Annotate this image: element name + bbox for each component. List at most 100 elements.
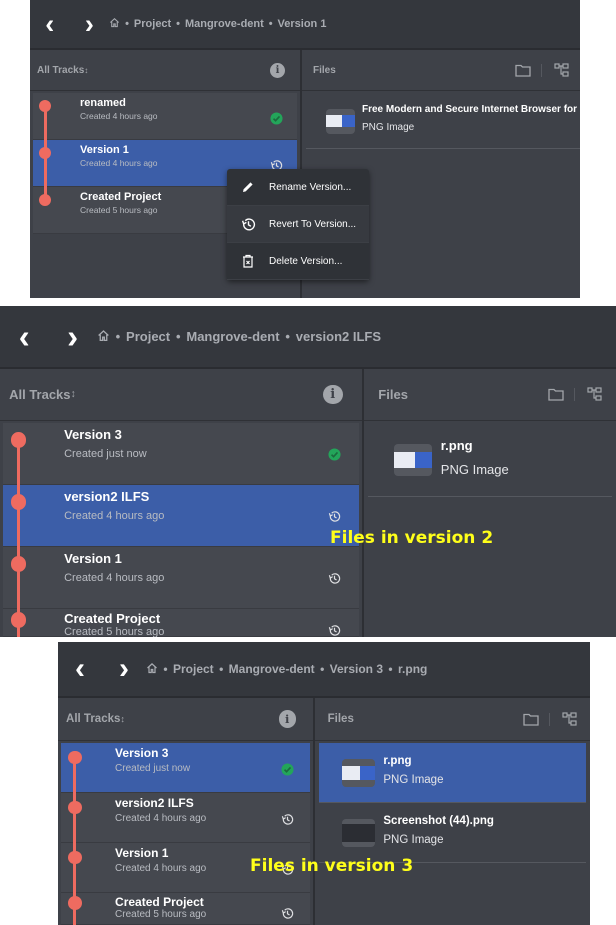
breadcrumb-separator: • (320, 662, 325, 676)
version-subtitle: Created 4 hours ago (115, 863, 207, 874)
version-title: renamed (80, 96, 126, 109)
version-subtitle: Created 5 hours ago (115, 909, 207, 921)
current-version-icon (328, 448, 341, 464)
file-thumbnail (394, 444, 432, 477)
version-title: Version 1 (64, 550, 122, 566)
version-subtitle: Created 5 hours ago (80, 204, 158, 215)
breadcrumb-item[interactable]: Mangrove-dent (229, 662, 315, 676)
annotation-label: Files in version 3 (250, 856, 414, 876)
breadcrumb-item[interactable]: Version 3 (330, 662, 383, 676)
breadcrumb-separator: • (115, 329, 121, 344)
tree-view-icon[interactable] (562, 711, 577, 727)
context-menu: Rename Version... Revert To Version... Del… (227, 169, 369, 280)
all-tracks-dropdown[interactable]: All Tracks (37, 65, 84, 76)
revert-history-icon[interactable] (328, 572, 341, 588)
sort-chevron-icon: ↕ (120, 714, 125, 724)
forward-button[interactable]: › (70, 9, 110, 40)
top-bar: ‹ › • Project • Mangrove-dent • Version 1 (30, 0, 580, 50)
revert-history-icon[interactable] (281, 813, 294, 829)
file-name: r.png (383, 755, 412, 767)
home-icon[interactable] (109, 17, 120, 31)
revert-history-icon[interactable] (281, 907, 294, 923)
breadcrumb-item[interactable]: Mangrove-dent (186, 329, 279, 344)
breadcrumb-item[interactable]: r.png (398, 662, 427, 676)
folder-icon[interactable] (523, 712, 551, 726)
revert-history-icon[interactable] (328, 510, 341, 526)
breadcrumb-item[interactable]: Project (126, 329, 170, 344)
version-subtitle: Created 4 hours ago (115, 813, 207, 824)
forward-button[interactable]: › (102, 652, 146, 686)
menu-item-delete[interactable]: Delete Version... (227, 243, 369, 280)
version-row[interactable]: Created Project Created 5 hours ago (61, 893, 310, 925)
file-row[interactable]: Screenshot (44).png PNG Image (319, 803, 586, 863)
files-header: Files (315, 698, 590, 741)
tree-view-icon[interactable] (554, 62, 569, 78)
annotation-label: Files in version 2 (330, 528, 494, 548)
thumbnail-image (342, 765, 376, 781)
breadcrumb-item[interactable]: Project (173, 662, 214, 676)
version-subtitle: Created 4 hours ago (64, 509, 165, 522)
breadcrumb-item[interactable]: version2 ILFS (296, 329, 381, 344)
file-name: Free Modern and Secure Internet Browser … (362, 104, 578, 116)
tree-view-icon[interactable] (587, 387, 602, 402)
sort-chevron-icon: ↕ (84, 65, 89, 75)
breadcrumb-separator: • (163, 662, 168, 676)
menu-item-label: Revert To Version... (269, 218, 357, 230)
file-type: PNG Image (383, 834, 444, 847)
breadcrumb-item[interactable]: Project (134, 18, 171, 30)
menu-item-label: Rename Version... (269, 181, 352, 193)
timeline-line (43, 104, 47, 199)
all-tracks-dropdown[interactable]: All Tracks (9, 387, 70, 402)
revert-history-icon[interactable] (328, 624, 341, 637)
home-icon[interactable] (97, 329, 110, 345)
back-button[interactable]: ‹ (58, 652, 102, 686)
breadcrumb-separator: • (285, 329, 290, 344)
pencil-icon (227, 180, 269, 194)
version-row[interactable]: renamed Created 4 hours ago (33, 93, 297, 140)
versions-pane: All Tracks ↕ i Version 3 Created just now ve… (0, 369, 364, 637)
breadcrumb-separator: • (175, 329, 181, 344)
version-subtitle: Created 5 hours ago (64, 626, 165, 637)
timeline-line (73, 755, 77, 925)
info-icon[interactable]: i (323, 384, 343, 405)
all-tracks-dropdown[interactable]: All Tracks (66, 713, 120, 725)
app-window: ‹ › • Project • Mangrove-dent • version2 ILFS Al… (0, 306, 616, 637)
folder-icon[interactable] (515, 63, 542, 77)
version-row[interactable]: Version 3 Created just now (61, 743, 310, 793)
version-row[interactable]: version2 ILFS Created 4 hours ago (3, 485, 359, 547)
back-button[interactable]: ‹ (30, 9, 70, 40)
breadcrumb-item[interactable]: Mangrove-dent (185, 18, 264, 30)
current-version-icon (281, 763, 294, 779)
info-icon[interactable]: i (270, 62, 285, 78)
folder-icon[interactable] (548, 388, 575, 401)
breadcrumb: • Project • Mangrove-dent • version2 ILFS (97, 329, 381, 345)
file-name: r.png (440, 437, 473, 453)
back-button[interactable]: ‹ (0, 318, 48, 356)
home-icon[interactable] (146, 662, 158, 677)
version-row[interactable]: Version 1 Created 4 hours ago (3, 547, 359, 609)
file-type: PNG Image (440, 461, 509, 477)
file-row[interactable]: r.png PNG Image (319, 743, 586, 803)
version-row[interactable]: version2 ILFS Created 4 hours ago (61, 793, 310, 843)
files-label: Files (327, 713, 354, 725)
screenshot-composite: ‹ › • Project • Mangrove-dent • Version 1 All Tr… (0, 0, 616, 925)
breadcrumb-separator: • (176, 18, 181, 30)
menu-item-rename[interactable]: Rename Version... (227, 169, 369, 206)
version-title: Created Project (64, 611, 161, 626)
file-row[interactable]: Free Modern and Secure Internet Browser … (306, 93, 580, 150)
current-version-icon (270, 112, 283, 128)
breadcrumb-item[interactable]: Version 1 (278, 18, 327, 30)
breadcrumb: • Project • Mangrove-dent • Version 3 • r.png (146, 662, 427, 677)
version-row[interactable]: Version 3 Created just now (3, 423, 359, 485)
version-title: Version 1 (80, 143, 129, 156)
breadcrumb: • Project • Mangrove-dent • Version 1 (109, 17, 326, 31)
version-subtitle: Created just now (64, 447, 147, 460)
version-row[interactable]: Created Project Created 5 hours ago (3, 609, 359, 637)
breadcrumb-separator: • (388, 662, 393, 676)
files-pane: Files r.png PNG Image Screenshot (44).png PN… (315, 698, 590, 925)
file-row[interactable]: r.png PNG Image (368, 423, 612, 498)
info-icon[interactable]: i (278, 710, 296, 728)
version-subtitle: Created 4 hours ago (64, 571, 165, 584)
menu-item-revert[interactable]: Revert To Version... (227, 206, 369, 243)
forward-button[interactable]: › (48, 318, 96, 356)
